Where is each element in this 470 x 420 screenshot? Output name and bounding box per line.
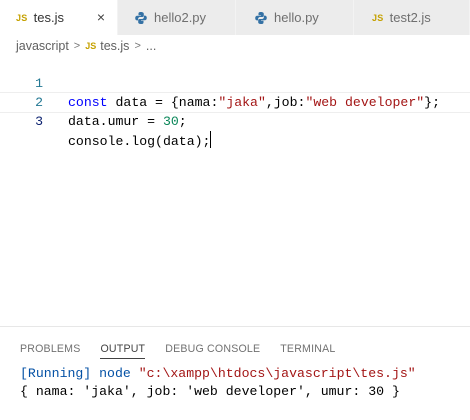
tab-terminal[interactable]: TERMINAL	[280, 342, 335, 362]
breadcrumb-separator: >	[134, 40, 141, 52]
js-file-icon: JS	[372, 12, 384, 23]
line-code: data.umur = 30;	[68, 112, 187, 131]
code-token: 30	[162, 114, 179, 129]
code-token: ;	[178, 114, 187, 129]
close-icon[interactable]: ×	[93, 9, 109, 25]
code-line: 2 data.umur = 30;	[0, 74, 470, 129]
code-line: 1 const data = {nama:"jaka",job:"web dev…	[0, 55, 470, 110]
running-tag: [Running]	[20, 366, 92, 381]
js-file-icon: JS	[85, 41, 97, 51]
tab-label: tes.js	[33, 10, 64, 25]
tab-hello-py[interactable]: hello.py	[236, 0, 354, 35]
breadcrumb-separator: >	[73, 40, 81, 52]
breadcrumb-folder[interactable]: javascript	[16, 39, 69, 53]
panel-tabs: PROBLEMS OUTPUT DEBUG CONSOLE TERMINAL	[20, 342, 355, 362]
bottom-panel: PROBLEMS OUTPUT DEBUG CONSOLE TERMINAL […	[0, 326, 470, 420]
tab-label: hello2.py	[154, 10, 207, 25]
breadcrumb-more[interactable]: ...	[146, 39, 156, 53]
js-file-icon: JS	[16, 12, 28, 23]
line-code: console.log(data);	[68, 131, 212, 151]
output-run-line: [Running] node "c:\xampp\htdocs\javascri…	[20, 365, 416, 383]
code-line-current: 3 console.log(data);	[0, 92, 470, 149]
tab-problems[interactable]: PROBLEMS	[20, 342, 80, 362]
tab-hello2-py[interactable]: hello2.py	[118, 0, 236, 35]
breadcrumb: javascript > JS tes.js > ...	[16, 37, 156, 55]
code-editor[interactable]: 1 const data = {nama:"jaka",job:"web dev…	[0, 55, 470, 325]
run-command: node	[91, 366, 139, 381]
breadcrumb-file[interactable]: tes.js	[100, 39, 129, 53]
code-token: console.log(data);	[68, 134, 211, 149]
tab-test2-js[interactable]: JS test2.js	[354, 0, 470, 35]
editor-tab-bar: JS tes.js × hello2.py hello.py JS test2.…	[0, 0, 470, 35]
run-path: "c:\xampp\htdocs\javascript\tes.js"	[138, 366, 416, 381]
python-file-icon	[255, 11, 267, 24]
tab-label: hello.py	[274, 10, 319, 25]
line-number: 3	[35, 114, 43, 129]
text-cursor	[210, 131, 212, 148]
python-file-icon	[135, 11, 147, 24]
code-token: data.umur =	[68, 114, 163, 129]
tab-output[interactable]: OUTPUT	[100, 342, 145, 362]
output-result-line: { nama: 'jaka', job: 'web developer', um…	[20, 384, 400, 399]
tab-tes-js[interactable]: JS tes.js ×	[0, 0, 118, 35]
tab-debug-console[interactable]: DEBUG CONSOLE	[165, 342, 260, 362]
tab-label: test2.js	[389, 10, 431, 25]
